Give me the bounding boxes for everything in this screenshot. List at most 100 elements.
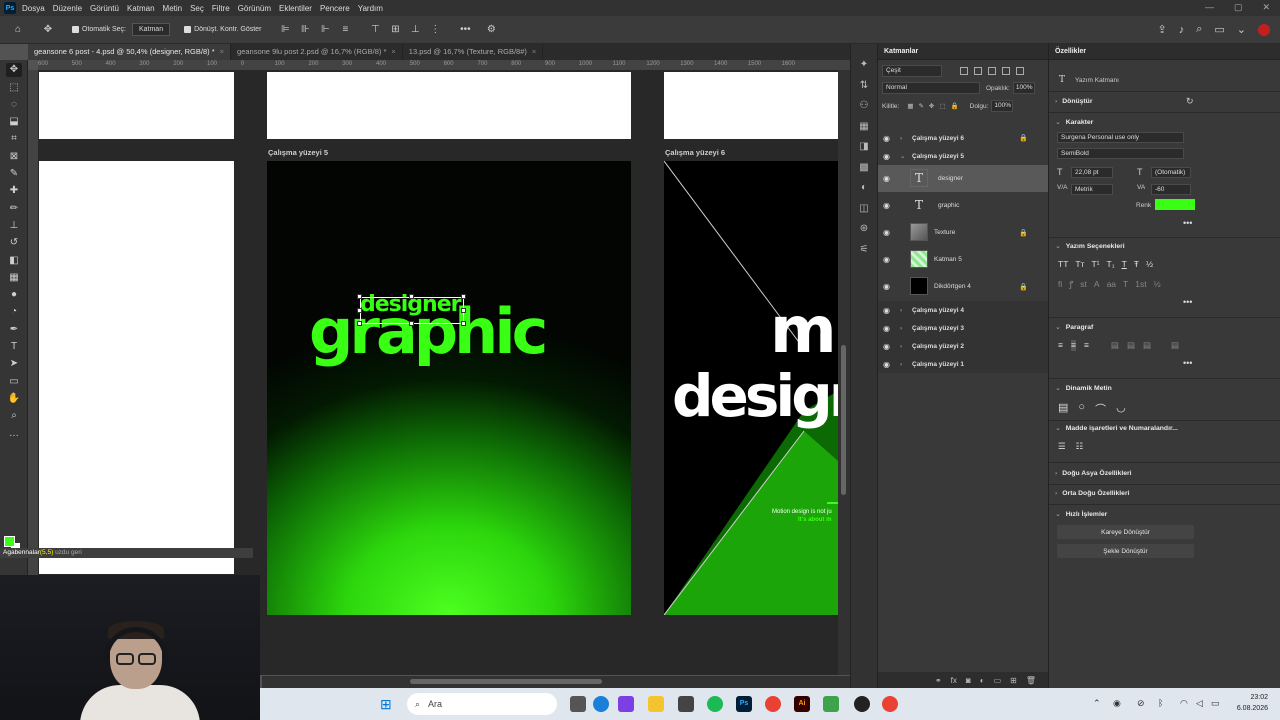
tracking-input[interactable]: -60: [1151, 184, 1191, 195]
layers-panel-title[interactable]: Katmanlar: [884, 48, 918, 55]
font-style-dropdown[interactable]: SemiBold: [1057, 148, 1184, 159]
transform-handle[interactable]: [461, 308, 466, 313]
canvas-vertical-scrollbar[interactable]: [838, 70, 850, 675]
chrome-icon[interactable]: [765, 696, 781, 712]
hand-tool-icon[interactable]: ✋: [6, 392, 22, 406]
layer-row[interactable]: ◉ › Çalışma yüzeyi 1: [878, 355, 1048, 373]
expand-chevron-icon[interactable]: ›: [900, 135, 902, 142]
paragraph-section[interactable]: Paragraf: [1066, 324, 1094, 331]
convert-to-square-button[interactable]: Kareye Dönüştür: [1057, 525, 1194, 539]
more-options-icon[interactable]: •••: [459, 24, 471, 35]
minimize-icon[interactable]: —: [1205, 2, 1214, 13]
tab-document-2[interactable]: geansone 9lu post 2.psd @ 16,7% (RGB/8) …: [231, 44, 403, 60]
east-asian-section[interactable]: Doğu Asya Özellikleri: [1062, 470, 1131, 477]
frame-tool-icon[interactable]: ⊠: [6, 150, 22, 164]
transform-controls-checkbox[interactable]: [184, 26, 192, 33]
chrome-profile-icon[interactable]: [882, 696, 898, 712]
auto-select-dropdown[interactable]: Katman: [131, 23, 171, 36]
menu-help[interactable]: Yardım: [358, 4, 383, 13]
lasso-tool-icon[interactable]: ◌: [6, 98, 22, 112]
menu-type[interactable]: Metin: [163, 4, 183, 13]
canvas-horizontal-scrollbar[interactable]: [262, 676, 850, 688]
new-layer-icon[interactable]: ⊞: [1010, 676, 1017, 685]
close-icon[interactable]: ✕: [1262, 2, 1270, 13]
tab-document-1[interactable]: geansone 6 post - 4.psd @ 50,4% (designe…: [28, 44, 232, 60]
scroll-thumb[interactable]: [841, 345, 846, 495]
menu-plugins[interactable]: Eklentiler: [279, 4, 312, 13]
tab-close-icon[interactable]: ×: [391, 47, 395, 56]
artboard-5[interactable]: graphic designer: [267, 161, 631, 615]
quick-actions-section[interactable]: Hızlı İşlemler: [1066, 511, 1108, 518]
dynamic-text-section[interactable]: Dinamik Metin: [1066, 385, 1112, 392]
dynamic-text-shapes[interactable]: ▤ ○ ⌒ ◡: [1058, 401, 1126, 417]
transform-handle[interactable]: [357, 294, 362, 299]
align-middle-icon[interactable]: ⊞: [389, 24, 401, 35]
visibility-eye-icon[interactable]: ◉: [883, 174, 890, 183]
layer-row-selected[interactable]: ◉ T designer: [878, 165, 1048, 192]
zoom-tool-icon[interactable]: ⌕: [6, 409, 22, 423]
filter-pixel-icon[interactable]: [960, 67, 968, 75]
link-layers-icon[interactable]: ⚭: [935, 676, 942, 685]
delete-layer-icon[interactable]: 🗑: [1026, 676, 1036, 685]
menu-filter[interactable]: Filtre: [212, 4, 230, 13]
pen-tool-icon[interactable]: ✒: [6, 323, 22, 337]
tab-close-icon[interactable]: ×: [532, 47, 536, 56]
adjustments-icon[interactable]: ⇅: [857, 79, 871, 93]
transform-handle[interactable]: [461, 321, 466, 326]
transform-handle[interactable]: [409, 294, 414, 299]
menu-view[interactable]: Görünüm: [238, 4, 271, 13]
user-avatar[interactable]: [1258, 23, 1270, 36]
eyedropper-icon[interactable]: ✎: [6, 167, 22, 181]
visibility-eye-icon[interactable]: ◉: [883, 282, 890, 291]
more-tools-icon[interactable]: …: [6, 427, 22, 441]
text-color-swatch[interactable]: [1155, 199, 1195, 210]
artboard-6-label[interactable]: Çalışma yüzeyi 6: [665, 148, 725, 157]
new-group-icon[interactable]: ▭: [994, 676, 1002, 685]
layer-row[interactable]: ◉ Katman 5: [878, 246, 1048, 273]
menu-select[interactable]: Seç: [190, 4, 204, 13]
app-icon[interactable]: [823, 696, 839, 712]
more-type-options-icon[interactable]: •••: [1183, 297, 1192, 307]
scroll-thumb[interactable]: [410, 679, 602, 684]
gradients-icon[interactable]: ◨: [857, 140, 871, 154]
layer-row[interactable]: ◉ › Çalışma yüzeyi 4: [878, 301, 1048, 319]
tray-chevron-icon[interactable]: ⌃: [1093, 698, 1101, 709]
font-size-input[interactable]: 22,08 pt: [1071, 167, 1113, 178]
leading-input[interactable]: (Otomatik): [1151, 167, 1191, 178]
bullet-buttons[interactable]: ☰ ☷: [1058, 441, 1083, 452]
align-left-icon[interactable]: ⊫: [279, 24, 291, 35]
lock-options-icon[interactable]: ▦✎✥⬚🔒: [907, 102, 963, 110]
properties-panel-title[interactable]: Özellikler: [1055, 48, 1086, 55]
menu-layer[interactable]: Katman: [127, 4, 155, 13]
visibility-eye-icon[interactable]: ◉: [883, 324, 890, 333]
layer-row[interactable]: ◉ ⌄ Çalışma yüzeyi 5: [878, 147, 1048, 165]
battery-icon[interactable]: ▭: [1211, 698, 1220, 709]
foreground-color-swatch[interactable]: [4, 536, 15, 547]
store-icon[interactable]: [678, 696, 694, 712]
workspace-menu-icon[interactable]: ⌄: [1237, 23, 1246, 36]
expand-chevron-icon[interactable]: ›: [900, 307, 902, 314]
color-icon[interactable]: ◐: [857, 181, 871, 195]
distribute-icon[interactable]: ≡: [339, 24, 351, 35]
transform-bounding-box[interactable]: [360, 297, 464, 324]
menu-image[interactable]: Görüntü: [90, 4, 119, 13]
align-bottom-icon[interactable]: ⊥: [409, 24, 421, 35]
collapse-chevron-icon[interactable]: ⌄: [900, 152, 905, 160]
menu-edit[interactable]: Düzenle: [53, 4, 82, 13]
auto-select-checkbox[interactable]: [72, 26, 79, 33]
visibility-eye-icon[interactable]: ◉: [883, 255, 890, 264]
bullets-section[interactable]: Madde işaretleri ve Numaralandır...: [1066, 425, 1178, 432]
object-select-icon[interactable]: ⬓: [6, 115, 22, 129]
file-explorer-icon[interactable]: [648, 696, 664, 712]
layer-filter-dropdown[interactable]: Çeşit: [882, 65, 942, 77]
properties-sliders-icon[interactable]: ⚟: [857, 243, 871, 257]
dodge-tool-icon[interactable]: ◔: [6, 305, 22, 319]
filter-type-icon[interactable]: [988, 67, 996, 75]
move-tool-icon[interactable]: ✥: [6, 63, 22, 78]
path-select-icon[interactable]: ➤: [6, 357, 22, 371]
more-character-icon[interactable]: •••: [1183, 218, 1192, 228]
opentype-buttons[interactable]: fi ꝭ st Aaa T 1st ½: [1058, 279, 1161, 290]
libraries-icon[interactable]: ✦: [857, 58, 871, 72]
styles-icon[interactable]: ⚇: [857, 99, 871, 113]
home-icon[interactable]: ⌂: [12, 24, 24, 35]
